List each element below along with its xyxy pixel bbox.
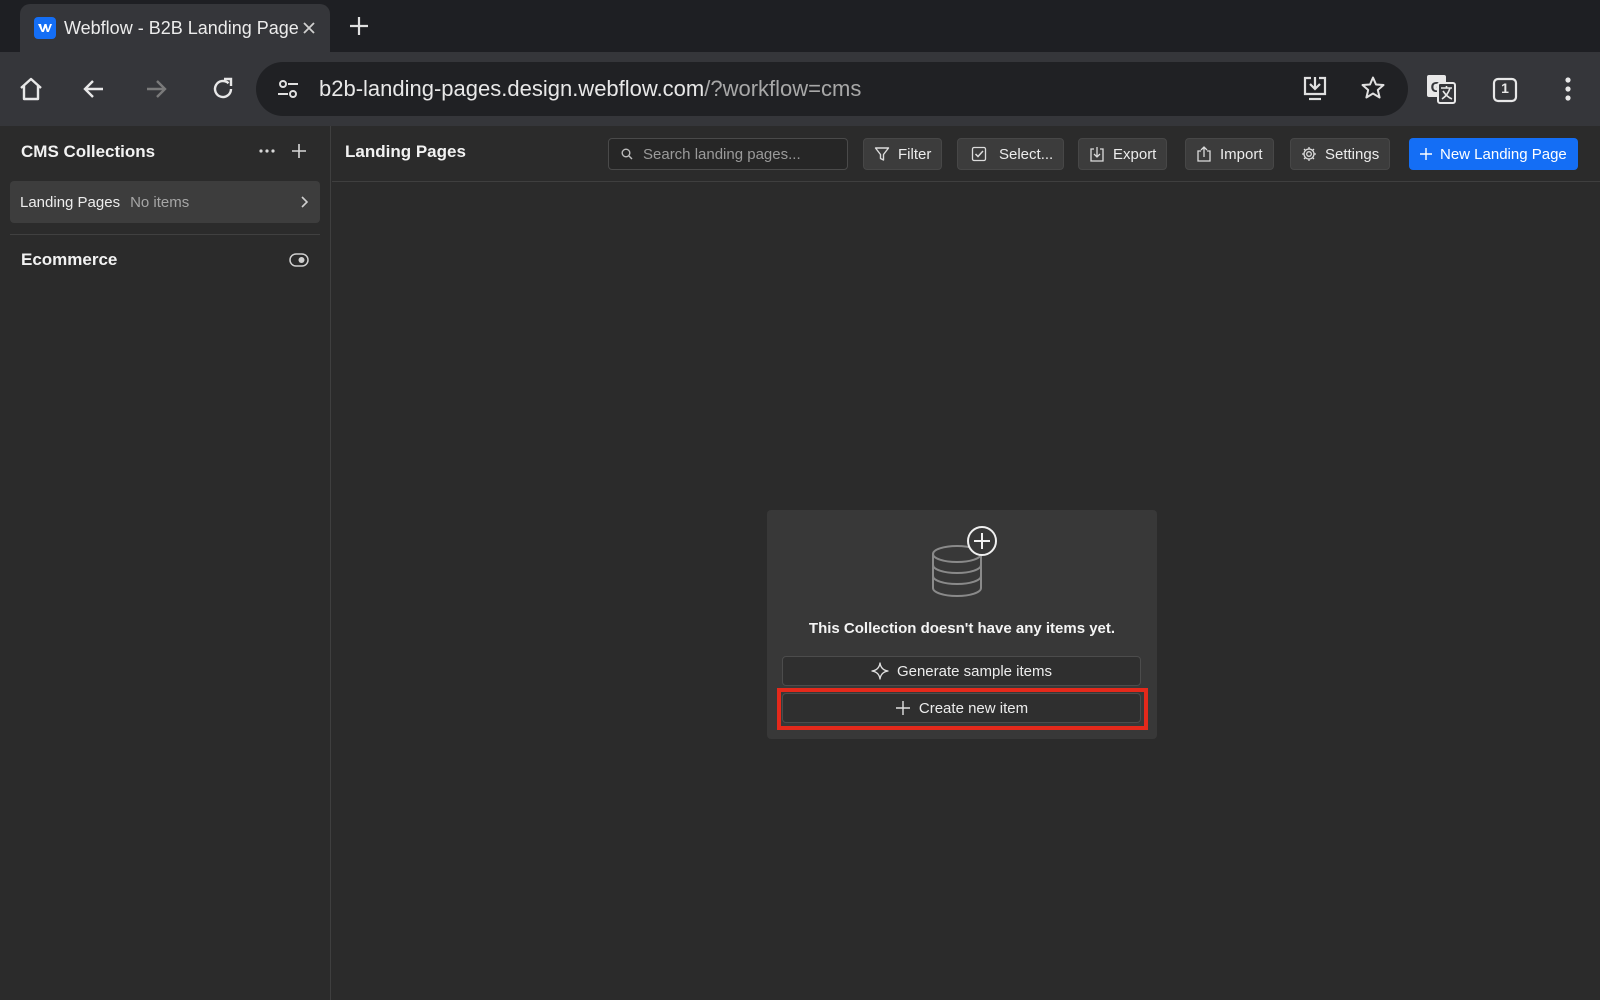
import-label: Import — [1220, 145, 1263, 163]
generate-sample-items-label: Generate sample items — [896, 662, 1053, 680]
tab-count-icon[interactable]: 1 — [1489, 74, 1521, 106]
filter-button[interactable]: Filter — [863, 138, 943, 170]
search-input[interactable] — [641, 144, 831, 164]
home-icon[interactable] — [15, 73, 47, 105]
gear-icon — [1301, 146, 1317, 162]
forward-icon[interactable] — [140, 73, 172, 105]
filter-label: Filter — [898, 145, 932, 163]
browser-tab-strip: Webflow - B2B Landing Pages — [0, 0, 1600, 52]
bookmark-star-icon[interactable] — [1360, 75, 1386, 101]
menu-icon[interactable] — [1552, 73, 1584, 105]
ecommerce-title: Ecommerce — [21, 250, 118, 269]
browser-tab[interactable]: Webflow - B2B Landing Pages — [20, 4, 330, 52]
settings-button[interactable]: Settings — [1290, 138, 1391, 170]
export-icon — [1089, 146, 1105, 162]
sidebar-title: CMS Collections — [21, 142, 156, 161]
tab-count-badge: 1 — [1501, 80, 1509, 96]
tab-title: Webflow - B2B Landing Pages — [64, 17, 298, 38]
filter-icon — [874, 146, 890, 162]
search-icon — [621, 148, 633, 160]
translate-icon[interactable]: G — [1424, 72, 1458, 106]
visibility-toggle-icon[interactable] — [288, 249, 310, 271]
install-icon[interactable] — [1300, 74, 1330, 104]
back-icon[interactable] — [78, 73, 110, 105]
webflow-favicon-icon — [34, 17, 56, 39]
new-landing-page-button[interactable]: New Landing Page — [1409, 138, 1578, 170]
generate-sample-items-button[interactable]: Generate sample items — [782, 656, 1141, 686]
browser-toolbar: b2b-landing-pages.design.webflow.com/?wo… — [0, 52, 1600, 126]
url-text: b2b-landing-pages.design.webflow.com/?wo… — [319, 76, 861, 102]
collection-name: Landing Pages — [20, 193, 121, 211]
cms-sidebar: CMS Collections Landing Pages No items E… — [0, 126, 331, 1000]
empty-state-card: This Collection doesn't have any items y… — [767, 510, 1157, 739]
highlight-box — [777, 688, 1148, 730]
close-tab-icon[interactable] — [298, 17, 320, 39]
collection-item-count: No items — [130, 193, 190, 211]
search-field[interactable] — [608, 138, 848, 170]
site-settings-icon[interactable] — [276, 77, 300, 101]
new-tab-icon[interactable] — [346, 13, 372, 39]
collection-panel: Landing Pages Filter Select... Export — [332, 126, 1600, 1000]
sparkle-icon — [871, 662, 889, 680]
export-label: Export — [1113, 145, 1157, 163]
sidebar-item-landing-pages[interactable]: Landing Pages No items — [10, 181, 320, 223]
select-button[interactable]: Select... — [957, 138, 1065, 170]
address-bar[interactable]: b2b-landing-pages.design.webflow.com/?wo… — [256, 62, 1408, 116]
reload-icon[interactable] — [207, 73, 239, 105]
import-button[interactable]: Import — [1185, 138, 1274, 170]
url-path: /?workflow=cms — [704, 76, 862, 101]
settings-label: Settings — [1325, 145, 1380, 163]
collection-toolbar: Landing Pages Filter Select... Export — [332, 126, 1600, 182]
database-add-icon — [925, 524, 1005, 604]
export-button[interactable]: Export — [1078, 138, 1168, 170]
chevron-right-icon — [300, 195, 310, 209]
page-title: Landing Pages — [345, 142, 466, 161]
plus-icon — [1420, 148, 1432, 160]
more-options-icon[interactable] — [256, 140, 278, 162]
new-landing-page-label: New Landing Page — [1440, 145, 1567, 163]
checkbox-icon — [971, 146, 987, 162]
add-collection-icon[interactable] — [288, 140, 310, 162]
sidebar-divider — [10, 234, 320, 235]
import-icon — [1196, 146, 1212, 162]
url-host: b2b-landing-pages.design.webflow.com — [319, 76, 705, 101]
select-label: Select... — [999, 145, 1054, 163]
empty-state-message: This Collection doesn't have any items y… — [808, 620, 1116, 637]
